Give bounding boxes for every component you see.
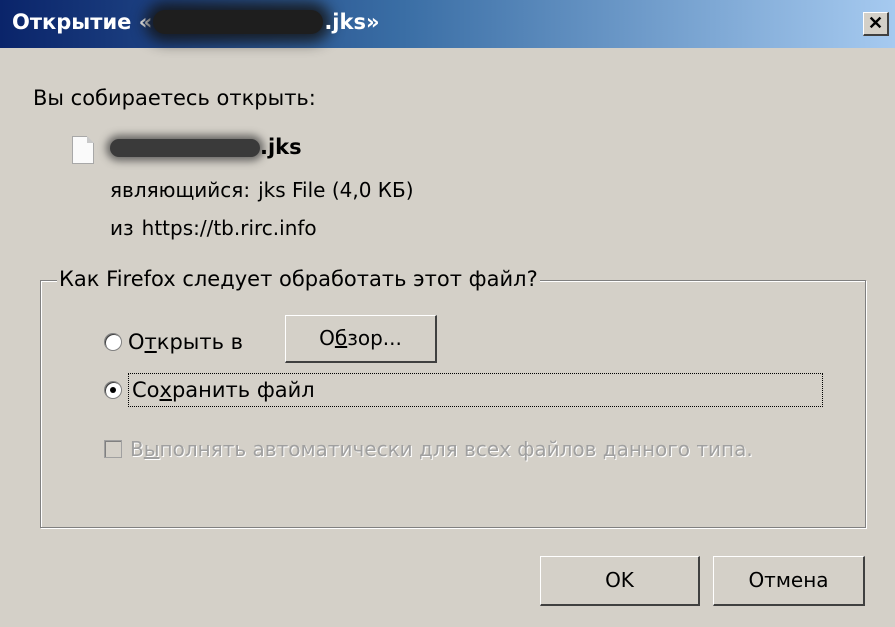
save-file-radio[interactable] <box>104 381 122 399</box>
open-with-label[interactable]: Открыть в <box>128 330 243 354</box>
auto-action-checkbox <box>104 440 122 458</box>
file-type-line: являющийся: jks File (4,0 КБ) <box>110 178 414 202</box>
file-extension: .jks <box>260 135 302 159</box>
cancel-button[interactable]: Отмена <box>713 556 865 606</box>
browse-button[interactable]: Обзор... <box>285 315 437 363</box>
intro-text: Вы собираетесь открыть: <box>33 86 316 110</box>
close-button[interactable]: ✕ <box>863 12 889 36</box>
file-name: .jks <box>110 135 302 159</box>
file-source-value: https://tb.rirc.info <box>141 216 317 240</box>
file-source-label: из <box>110 216 134 240</box>
ok-button[interactable]: OK <box>540 556 700 606</box>
window-title: Открытие « .jks» <box>12 10 380 34</box>
title-prefix: Открытие « <box>12 10 153 34</box>
open-with-radio[interactable] <box>104 333 122 351</box>
file-type-value: jks File (4,0 КБ) <box>258 178 414 202</box>
save-file-label[interactable]: Сохранить файл <box>132 378 315 402</box>
auto-action-label: Выполнять автоматически для всех файлов … <box>130 437 753 461</box>
file-source-line: из https://tb.rirc.info <box>110 216 317 240</box>
redacted-filename-blur <box>153 10 324 34</box>
document-icon <box>72 136 94 164</box>
title-suffix: .jks» <box>324 10 380 34</box>
close-icon: ✕ <box>867 13 884 33</box>
file-type-label: являющийся: <box>110 178 251 202</box>
download-dialog: Открытие « .jks» ✕ Вы собираетесь открыть… <box>0 0 895 627</box>
title-bar[interactable]: Открытие « .jks» ✕ <box>0 0 895 48</box>
action-group-legend: Как Firefox следует обработать этот файл… <box>57 267 540 291</box>
redacted-filename-blur <box>110 139 260 157</box>
